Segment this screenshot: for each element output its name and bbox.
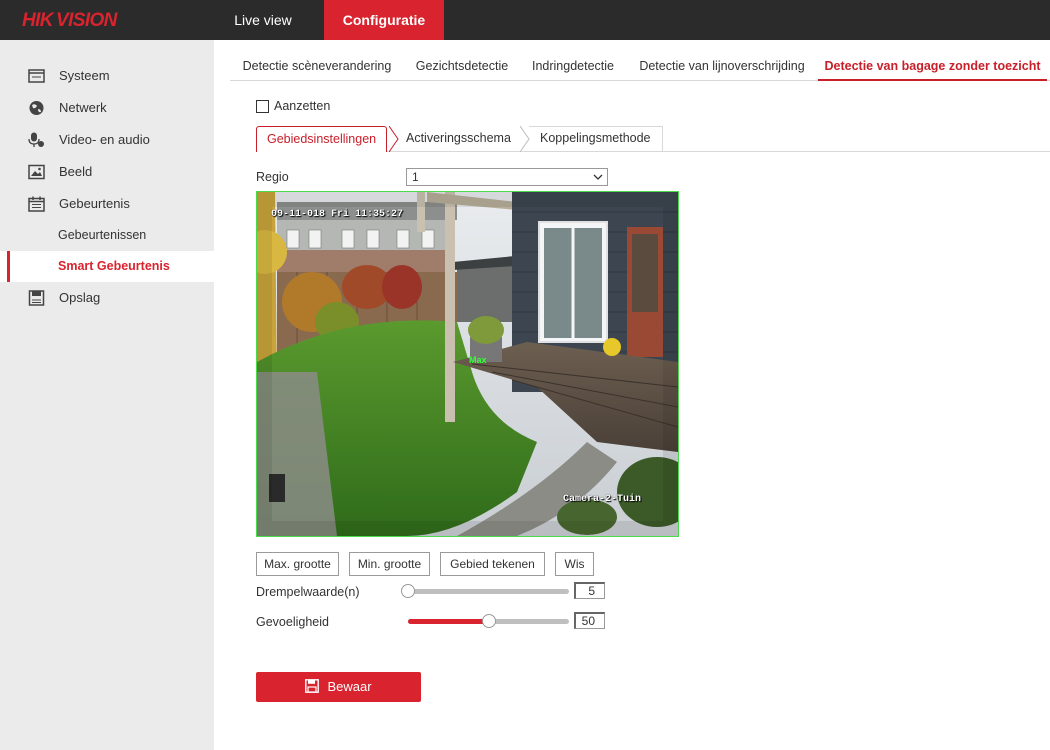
threshold-value[interactable]: 5	[574, 582, 605, 599]
video-timestamp: 09-11-018 Fri 11:35:27	[271, 209, 404, 220]
monitor-icon	[28, 69, 45, 83]
regio-label: Regio	[256, 170, 289, 184]
sensitivity-slider-fill	[408, 619, 489, 624]
sidebar-subitem-gebeurtenissen[interactable]: Gebeurtenissen	[0, 220, 214, 251]
threshold-slider-thumb[interactable]	[401, 584, 415, 598]
sidebar-item-label: Systeem	[59, 68, 110, 83]
sidebar-item-label: Netwerk	[59, 100, 107, 115]
sensitivity-slider[interactable]	[408, 614, 569, 628]
sidebar-subitem-smart-gebeurtenis[interactable]: Smart Gebeurtenis	[0, 251, 214, 282]
nav-configuratie[interactable]: Configuratie	[324, 0, 444, 40]
sidebar-item-beeld[interactable]: Beeld	[0, 156, 214, 188]
tab-gebiedsinstellingen[interactable]: Gebiedsinstellingen	[256, 126, 388, 152]
save-label: Bewaar	[327, 679, 372, 694]
svg-text:HIK: HIK	[22, 10, 55, 31]
floppy-icon	[305, 679, 320, 693]
sensitivity-slider-thumb[interactable]	[481, 614, 496, 628]
video-center-marker: Max	[469, 355, 487, 365]
threshold-slider[interactable]	[401, 584, 569, 598]
tab-indringdetectie[interactable]: Indringdetectie	[520, 52, 626, 81]
chevron-down-icon	[593, 174, 603, 180]
image-icon	[28, 164, 45, 180]
sidebar-item-opslag[interactable]: Opslag	[0, 282, 214, 314]
sensitivity-value[interactable]: 50	[574, 612, 605, 629]
max-size-button[interactable]: Max. grootte	[256, 552, 339, 576]
tab-separator-arrow	[389, 126, 399, 152]
draw-area-button[interactable]: Gebied tekenen	[440, 552, 545, 576]
tab-activeringsschema[interactable]: Activeringsschema	[406, 126, 511, 152]
tab-bagage-zonder-toezicht[interactable]: Detectie van bagage zonder toezicht	[818, 52, 1047, 81]
top-bar: HIK VISION Live view Configuratie	[0, 0, 1050, 40]
sidebar-item-gebeurtenis[interactable]: Gebeurtenis	[0, 188, 214, 220]
svg-text:VISION: VISION	[56, 10, 119, 31]
tab-gezichtsdetectie[interactable]: Gezichtsdetectie	[404, 52, 520, 81]
clear-button[interactable]: Wis	[555, 552, 594, 576]
hikvision-logo: HIK VISION	[22, 9, 132, 31]
tab-lijnoverschrijding[interactable]: Detectie van lijnoverschrijding	[626, 52, 818, 81]
save-button[interactable]: Bewaar	[256, 672, 421, 702]
tab-frame	[529, 126, 663, 152]
video-camera-name: Camera-2-Tuin	[563, 494, 642, 505]
threshold-label: Drempelwaarde(n)	[256, 585, 360, 599]
sidebar-item-label: Opslag	[59, 290, 101, 305]
enable-label: Aanzetten	[274, 99, 331, 113]
microphone-icon	[28, 132, 44, 147]
sidebar-item-label: Video- en audio	[59, 132, 150, 147]
enable-checkbox[interactable]	[256, 100, 269, 113]
regio-select[interactable]: 1	[406, 168, 608, 186]
camera-scene	[257, 192, 678, 536]
sidebar-item-netwerk[interactable]: Netwerk	[0, 92, 214, 124]
sensitivity-label: Gevoeligheid	[256, 615, 329, 629]
sidebar-item-label: Beeld	[59, 164, 93, 179]
sidebar-item-systeem[interactable]: Systeem	[0, 60, 214, 92]
sidebar-item-video-audio[interactable]: Video- en audio	[0, 124, 214, 156]
tab-detectie-sceneverandering[interactable]: Detectie scèneverandering	[230, 52, 404, 81]
sub-tabs: Gebiedsinstellingen Activeringsschema Ko…	[256, 126, 1050, 152]
storage-icon	[28, 290, 45, 306]
detection-tabs: Detectie scèneverandering Gezichtsdetect…	[230, 52, 1050, 81]
globe-icon	[29, 101, 44, 115]
nav-live-view[interactable]: Live view	[214, 0, 312, 40]
calendar-icon	[28, 196, 45, 212]
regio-value: 1	[412, 170, 419, 184]
min-size-button[interactable]: Min. grootte	[349, 552, 430, 576]
sidebar: Systeem Netwerk Video- en audio Beeld Ge…	[0, 40, 214, 750]
hikvision-logo-mark: HIK VISION	[22, 10, 119, 31]
video-preview[interactable]: 09-11-018 Fri 11:35:27 Camera-2-Tuin Max	[256, 191, 679, 537]
sidebar-item-label: Gebeurtenis	[59, 196, 130, 211]
